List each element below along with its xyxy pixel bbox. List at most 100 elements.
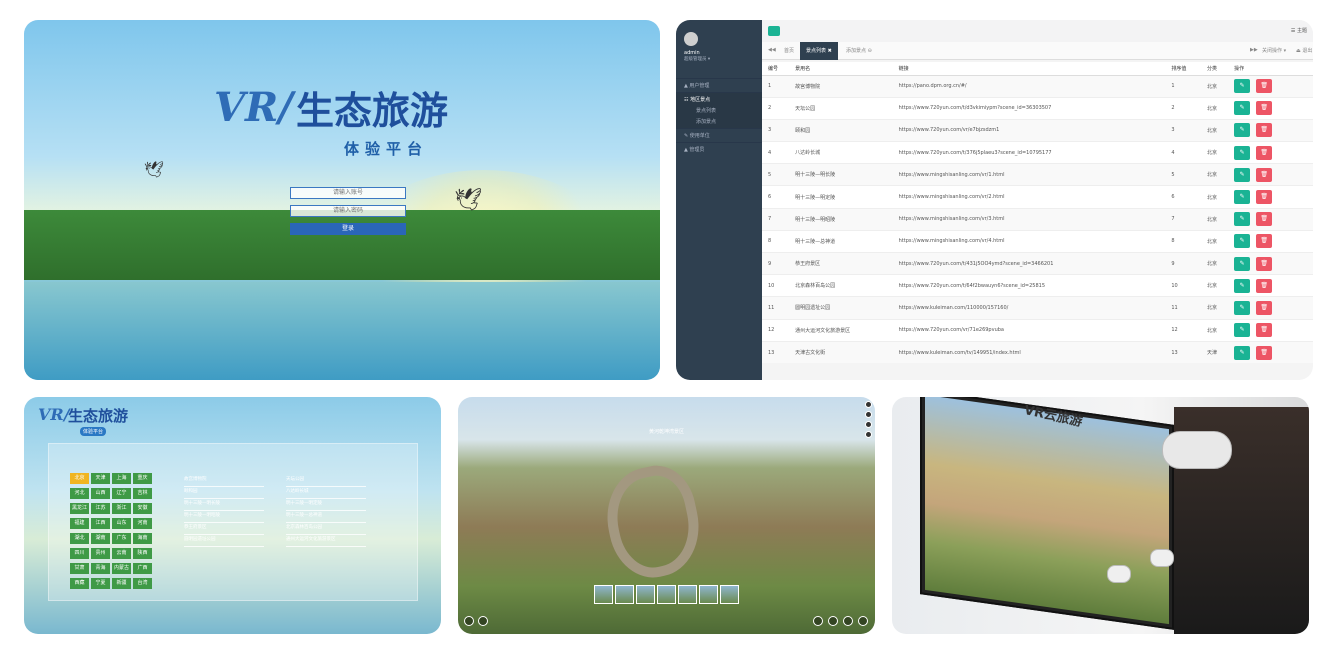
province-button[interactable]: 青海 (91, 563, 110, 574)
province-button[interactable]: 河北 (70, 488, 89, 499)
info-icon[interactable] (865, 421, 872, 428)
share-icon[interactable] (865, 401, 872, 408)
delete-button[interactable]: 🗑 (1256, 234, 1273, 249)
edit-button[interactable]: ✎ (1234, 190, 1251, 205)
province-button[interactable]: 江苏 (91, 503, 110, 514)
music-icon[interactable] (865, 411, 872, 418)
account-input[interactable] (290, 187, 406, 199)
sidebar-item[interactable]: ▲ 管理员 (676, 142, 762, 156)
sidebar-item[interactable]: ☷ 地区景点 (676, 92, 762, 106)
delete-button[interactable]: 🗑 (1256, 323, 1273, 338)
fullscreen-icon[interactable] (865, 431, 872, 438)
edit-button[interactable]: ✎ (1234, 101, 1251, 116)
spot-link[interactable]: 颐和园 (184, 487, 264, 499)
province-button[interactable]: 海南 (133, 533, 152, 544)
province-button[interactable]: 江西 (91, 518, 110, 529)
edit-button[interactable]: ✎ (1234, 345, 1251, 360)
province-button[interactable]: 浙江 (112, 503, 131, 514)
comment-icon[interactable] (858, 616, 868, 626)
province-button[interactable]: 福建 (70, 518, 89, 529)
province-button[interactable]: 黑龙江 (70, 503, 89, 514)
province-button[interactable]: 北京 (70, 473, 89, 484)
province-button[interactable]: 甘肃 (70, 563, 89, 574)
province-button[interactable]: 广东 (112, 533, 131, 544)
delete-button[interactable]: 🗑 (1256, 256, 1273, 271)
province-button[interactable]: 湖南 (91, 533, 110, 544)
delete-button[interactable]: 🗑 (1256, 79, 1273, 94)
like-icon[interactable] (843, 616, 853, 626)
province-button[interactable]: 河南 (133, 518, 152, 529)
edit-button[interactable]: ✎ (1234, 234, 1251, 249)
user-role-dropdown[interactable]: 超级管理员 ▾ (684, 56, 710, 62)
spot-link[interactable]: 通州大运河文化旅游景区 (286, 535, 366, 547)
spot-link[interactable]: 明十三陵—明定陵 (286, 499, 366, 511)
vr-mode-icon[interactable] (828, 616, 838, 626)
province-button[interactable]: 内蒙古 (112, 563, 131, 574)
scene-thumbnail[interactable] (594, 585, 613, 604)
delete-button[interactable]: 🗑 (1256, 300, 1273, 315)
delete-button[interactable]: 🗑 (1256, 123, 1273, 138)
scene-thumbnail[interactable] (720, 585, 739, 604)
province-button[interactable]: 天津 (91, 473, 110, 484)
edit-button[interactable]: ✎ (1234, 278, 1251, 293)
spot-link[interactable]: 八达岭长城 (286, 487, 366, 499)
scene-thumbnail[interactable] (657, 585, 676, 604)
province-button[interactable]: 辽宁 (112, 488, 131, 499)
province-button[interactable]: 西藏 (70, 578, 89, 589)
edit-button[interactable]: ✎ (1234, 300, 1251, 315)
edit-button[interactable]: ✎ (1234, 123, 1251, 138)
sidebar-item[interactable]: ✎ 使用单位 (676, 128, 762, 142)
exit-button[interactable]: ⏏ 退出 (1296, 47, 1312, 54)
province-button[interactable]: 广西 (133, 563, 152, 574)
edit-button[interactable]: ✎ (1234, 323, 1251, 338)
logo-icon[interactable] (478, 616, 488, 626)
delete-button[interactable]: 🗑 (1256, 212, 1273, 227)
province-button[interactable]: 安徽 (133, 503, 152, 514)
menu-toggle-button[interactable] (768, 26, 780, 36)
close-ops-dropdown[interactable]: 关闭操作 ▾ (1262, 47, 1286, 54)
delete-button[interactable]: 🗑 (1256, 345, 1273, 360)
edit-button[interactable]: ✎ (1234, 79, 1251, 94)
scene-thumbnail[interactable] (636, 585, 655, 604)
province-button[interactable]: 贵州 (91, 548, 110, 559)
spot-link[interactable]: 明十三陵—明昭陵 (184, 511, 264, 523)
password-input[interactable] (290, 205, 406, 217)
tab-home[interactable]: 首页 (784, 47, 794, 54)
edit-button[interactable]: ✎ (1234, 145, 1251, 160)
province-button[interactable]: 山西 (91, 488, 110, 499)
spot-link[interactable]: 明十三陵—总神道 (286, 511, 366, 523)
spot-link[interactable]: 圆明园遗址公园 (184, 535, 264, 547)
spot-link[interactable]: 北京森林百岛公园 (286, 523, 366, 535)
scene-thumbnail[interactable] (699, 585, 718, 604)
sidebar-item[interactable]: 添加景点 (676, 117, 762, 128)
avatar[interactable] (684, 32, 698, 46)
tab-prev-button[interactable]: ◀◀ (768, 47, 776, 53)
login-button[interactable]: 登录 (290, 223, 406, 235)
edit-button[interactable]: ✎ (1234, 212, 1251, 227)
province-button[interactable]: 吉林 (133, 488, 152, 499)
sidebar-item[interactable]: 景点列表 (676, 106, 762, 117)
edit-button[interactable]: ✎ (1234, 256, 1251, 271)
tab-next-button[interactable]: ▶▶ (1250, 47, 1258, 53)
province-button[interactable]: 湖北 (70, 533, 89, 544)
spot-link[interactable]: 天坛公园 (286, 475, 366, 487)
province-button[interactable]: 四川 (70, 548, 89, 559)
province-button[interactable]: 台湾 (133, 578, 152, 589)
home-icon[interactable] (464, 616, 474, 626)
province-button[interactable]: 云南 (112, 548, 131, 559)
gyro-icon[interactable] (813, 616, 823, 626)
delete-button[interactable]: 🗑 (1256, 190, 1273, 205)
province-button[interactable]: 陕西 (133, 548, 152, 559)
delete-button[interactable]: 🗑 (1256, 101, 1273, 116)
tab-spot-list[interactable]: 景点列表 ✖ (800, 42, 838, 60)
province-button[interactable]: 上海 (112, 473, 131, 484)
delete-button[interactable]: 🗑 (1256, 278, 1273, 293)
province-button[interactable]: 宁夏 (91, 578, 110, 589)
spot-link[interactable]: 恭王府景区 (184, 523, 264, 535)
province-button[interactable]: 山东 (112, 518, 131, 529)
tab-add-spot[interactable]: 添加景点 ⊖ (846, 47, 872, 54)
spot-link[interactable]: 故宫博物院 (184, 475, 264, 487)
edit-button[interactable]: ✎ (1234, 167, 1251, 182)
scene-thumbnail[interactable] (678, 585, 697, 604)
spot-link[interactable]: 明十三陵—明长陵 (184, 499, 264, 511)
